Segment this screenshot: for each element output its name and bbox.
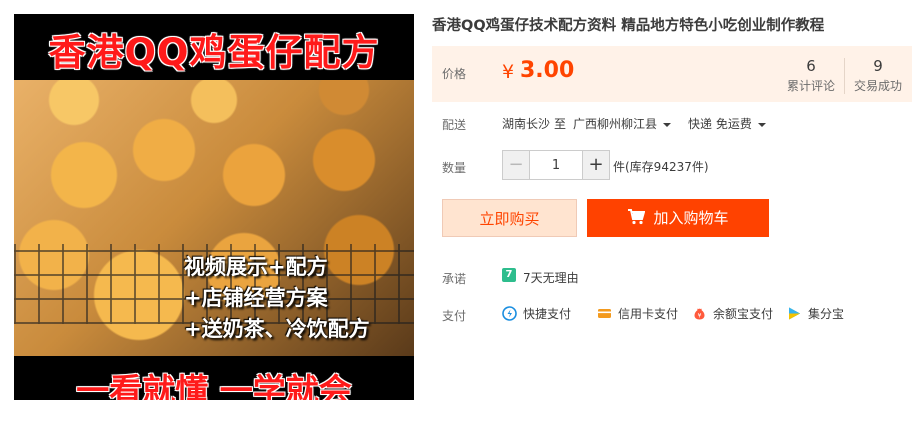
ship-method-select[interactable]: 快递 免运费 xyxy=(688,115,766,132)
image-line-2: +店铺经营方案 xyxy=(184,286,328,310)
deals-stat[interactable]: 9 交易成功 xyxy=(845,56,911,94)
reviews-stat[interactable]: 6 累计评论 xyxy=(778,56,844,94)
quantity-label: 数量 xyxy=(442,161,467,175)
payment-credit-label: 信用卡支付 xyxy=(618,307,679,321)
image-line-1: 视频展示+配方 xyxy=(184,255,328,279)
ship-destination-select[interactable]: 广西柳州柳江县 xyxy=(573,115,672,132)
svg-text:¥: ¥ xyxy=(698,313,702,320)
payment-credit[interactable]: 信用卡支付 xyxy=(597,305,678,322)
payment-quick[interactable]: 快捷支付 xyxy=(502,305,571,322)
promise-label: 承诺 xyxy=(442,272,467,286)
credit-card-icon xyxy=(598,309,611,318)
deals-label: 交易成功 xyxy=(853,79,902,93)
quantity-decrease-button[interactable]: − xyxy=(503,151,530,179)
image-title: 香港QQ鸡蛋仔配方 xyxy=(48,31,380,74)
payment-quick-label: 快捷支付 xyxy=(523,307,572,321)
reviews-label: 累计评论 xyxy=(786,79,835,93)
stock-info: 件(库存94237件) xyxy=(613,160,709,174)
buy-now-button[interactable]: 立即购买 xyxy=(442,199,577,237)
cart-icon xyxy=(628,209,646,225)
price-label: 价格 xyxy=(442,67,467,81)
payment-yuebao-label: 余额宝支付 xyxy=(713,307,774,321)
quantity-input[interactable] xyxy=(530,151,582,179)
quantity-stepper: − + xyxy=(502,150,610,180)
quick-pay-icon xyxy=(502,306,517,321)
quantity-increase-button[interactable]: + xyxy=(582,151,609,179)
payment-label: 支付 xyxy=(442,309,467,323)
image-bottom-text: 一看就懂 一学就会 xyxy=(76,371,352,400)
image-line-3: +送奶茶、冷饮配方 xyxy=(184,317,370,341)
promise-text[interactable]: 7天无理由 xyxy=(523,269,579,286)
chevron-down-icon xyxy=(663,122,672,127)
ship-destination: 广西柳州柳江县 xyxy=(573,117,658,131)
ship-method: 快递 免运费 xyxy=(688,117,752,131)
ship-from: 湖南长沙 xyxy=(502,117,551,131)
currency-symbol: ¥ xyxy=(502,61,515,83)
deals-count: 9 xyxy=(873,57,883,75)
payment-jifenbao-label: 集分宝 xyxy=(808,307,845,321)
price-panel: 价格 ¥ 3.00 6 累计评论 9 交易成功 xyxy=(432,46,912,102)
jifenbao-icon xyxy=(789,307,800,320)
price-value: 3.00 xyxy=(520,58,575,83)
image-text-lines: 视频展示+配方 +店铺经营方案 +送奶茶、冷饮配方 xyxy=(184,252,370,345)
seven-day-return-icon: 7 xyxy=(502,268,516,282)
add-to-cart-label: 加入购物车 xyxy=(653,209,729,227)
product-title: 香港QQ鸡蛋仔技术配方资料 精品地方特色小吃创业制作教程 xyxy=(432,18,825,34)
yuebao-icon: ¥ xyxy=(694,308,705,320)
ship-to-word: 至 xyxy=(554,117,567,131)
shipping-label: 配送 xyxy=(442,118,467,132)
product-image[interactable]: 香港QQ鸡蛋仔配方 视频展示+配方 +店铺经营方案 +送奶茶、冷饮配方 一看就懂… xyxy=(14,14,414,400)
reviews-count: 6 xyxy=(806,57,816,75)
add-to-cart-button[interactable]: 加入购物车 xyxy=(587,199,769,237)
payment-jifenbao[interactable]: 集分宝 xyxy=(787,305,844,322)
payment-yuebao[interactable]: ¥ 余额宝支付 xyxy=(692,305,773,322)
chevron-down-icon xyxy=(757,122,766,127)
